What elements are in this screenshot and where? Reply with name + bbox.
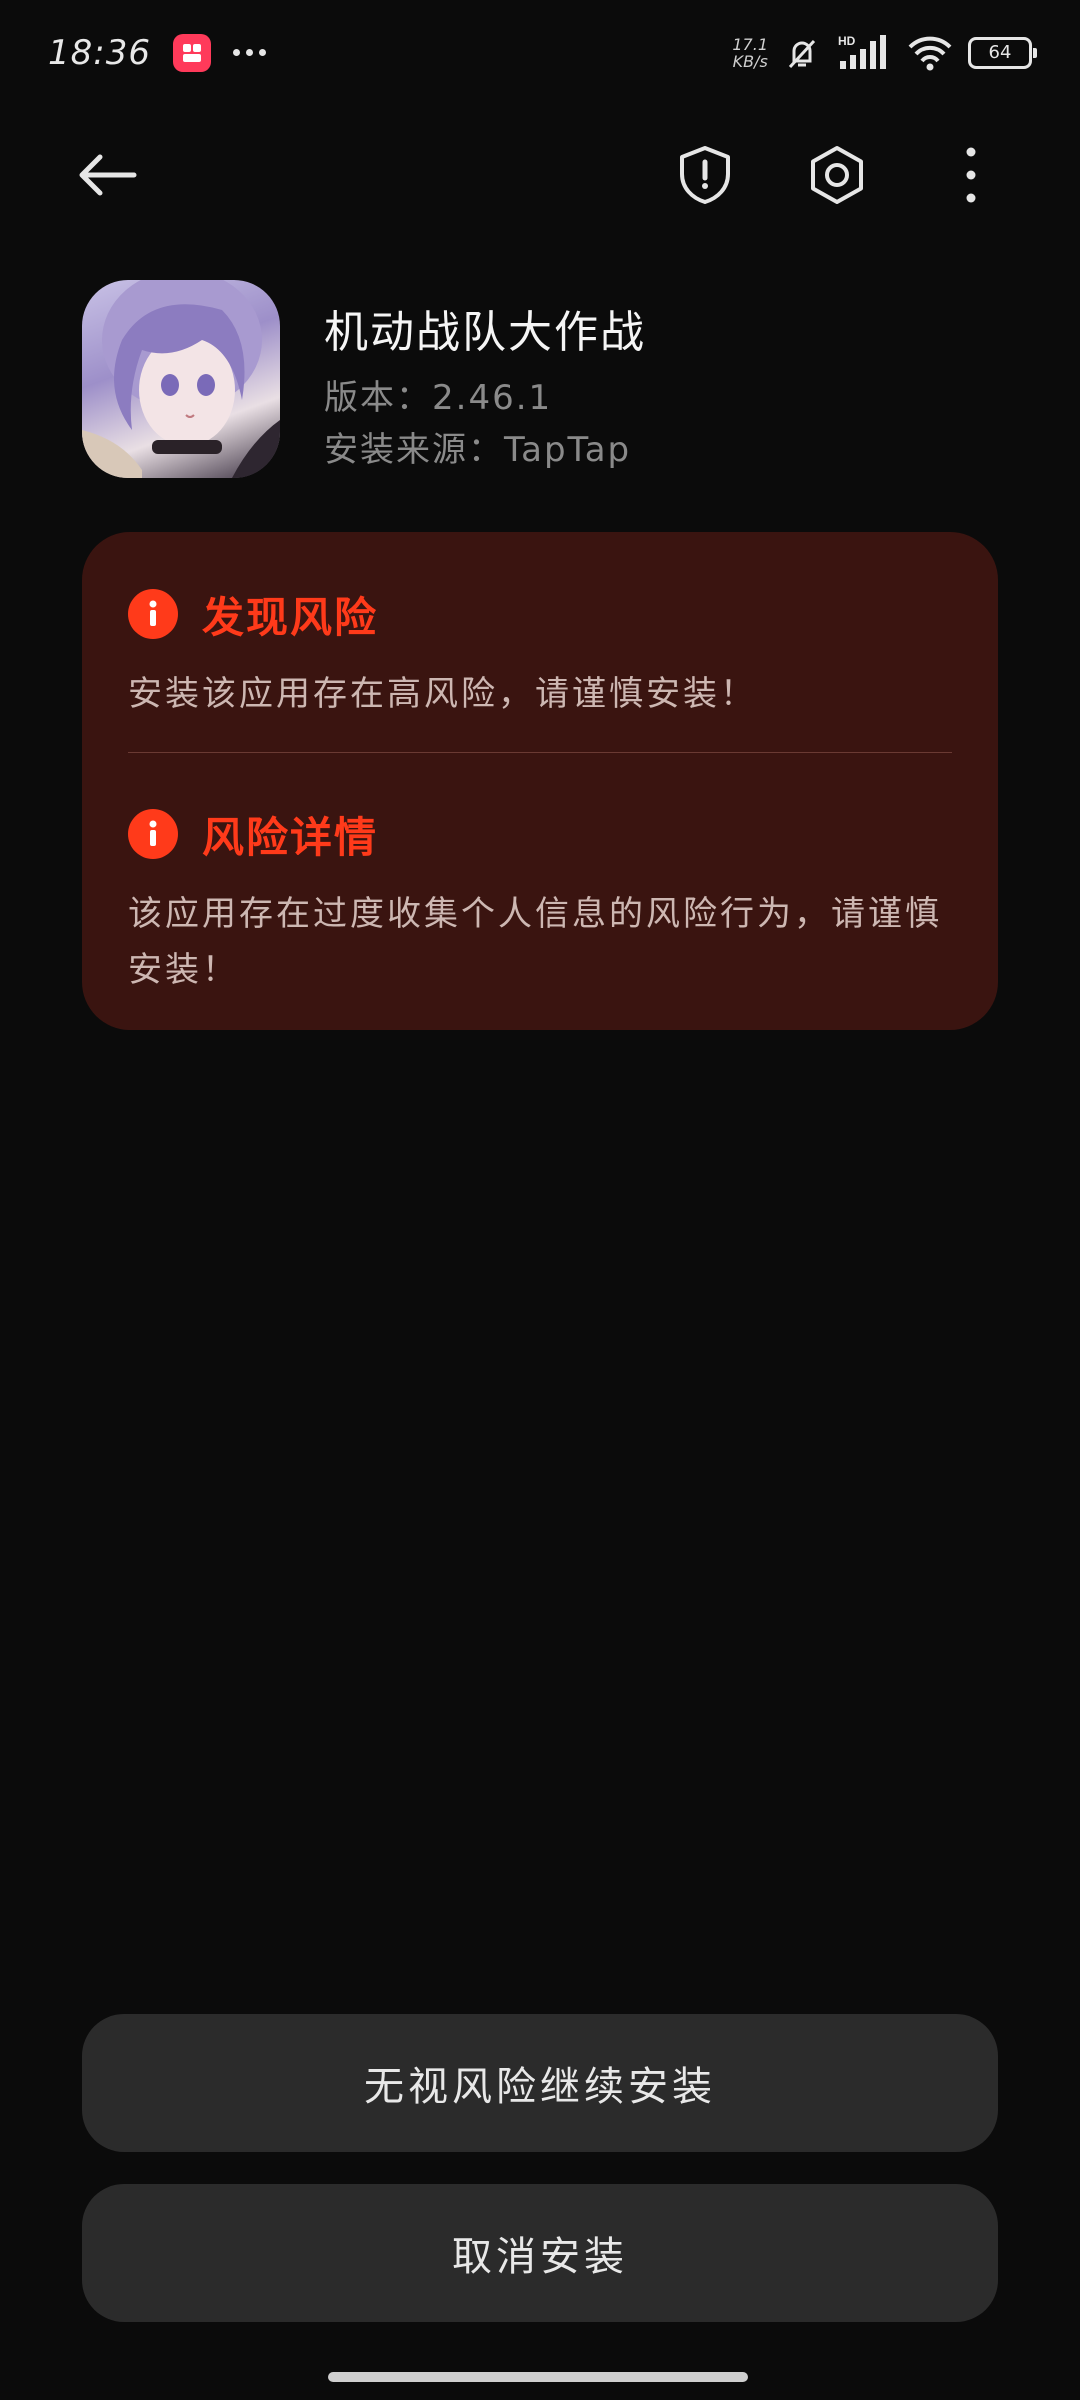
bell-muted-icon — [782, 33, 822, 73]
risk-found-title: 发现风险 — [202, 592, 379, 642]
signal-icon: HD — [836, 33, 892, 73]
risk-detail-title: 风险详情 — [202, 812, 379, 862]
more-options-button[interactable] — [936, 140, 1006, 210]
status-bar-right: 17.1 KB/s HD 64 — [732, 33, 1037, 73]
status-bar: 18:36 17.1 KB/s HD 64 — [0, 0, 1080, 105]
network-speed-value: 17.1 — [732, 34, 768, 54]
risk-divider — [128, 752, 952, 753]
settings-button[interactable] — [802, 140, 872, 210]
info-icon — [128, 809, 178, 859]
continue-install-button[interactable]: 无视风险继续安装 — [82, 2014, 998, 2152]
more-vertical-icon — [966, 147, 976, 203]
battery-indicator: 64 — [968, 36, 1037, 69]
risk-found-section: 发现风险 安装该应用存在高风险，请谨慎安装！ — [128, 586, 952, 722]
risk-detail-description: 该应用存在过度收集个人信息的风险行为，请谨慎安装！ — [128, 894, 942, 990]
risk-detail-section: 风险详情 该应用存在过度收集个人信息的风险行为，请谨慎安装！ — [128, 806, 952, 998]
install-source: 安装来源：TapTap — [324, 430, 632, 470]
wifi-icon — [906, 33, 954, 73]
status-bar-left: 18:36 — [48, 33, 266, 73]
install-risk-screen: 18:36 17.1 KB/s HD 64 机动战队大作战 版本：2.46.1 … — [0, 0, 1080, 2400]
app-version: 版本：2.46.1 — [324, 378, 553, 418]
shield-alert-icon — [680, 146, 730, 204]
risk-warning-card: 发现风险 安装该应用存在高风险，请谨慎安装！ 风险详情 该应用存在过度收集个人信… — [82, 532, 998, 1030]
app-name: 机动战队大作战 — [324, 307, 646, 358]
status-time: 18:36 — [48, 32, 151, 73]
info-icon — [128, 589, 178, 639]
cancel-install-button[interactable]: 取消安装 — [82, 2184, 998, 2322]
risk-found-description: 安装该应用存在高风险，请谨慎安装！ — [128, 674, 757, 714]
network-speed: 17.1 KB/s — [732, 36, 768, 70]
hd-label: HD — [838, 34, 856, 48]
risk-found-header: 发现风险 — [128, 586, 952, 642]
app-notification-icon — [172, 33, 211, 72]
arrow-left-icon — [79, 154, 137, 196]
app-icon — [82, 280, 280, 478]
risk-detail-header: 风险详情 — [128, 806, 952, 862]
back-button[interactable] — [72, 140, 142, 210]
app-info: 机动战队大作战 版本：2.46.1 安装来源：TapTap — [82, 278, 1002, 478]
network-speed-unit: KB/s — [732, 51, 768, 71]
toolbar — [0, 120, 1080, 220]
home-indicator[interactable] — [328, 2372, 748, 2382]
security-button[interactable] — [670, 140, 740, 210]
settings-hexagon-icon — [811, 146, 863, 204]
more-notifications-icon — [232, 49, 266, 56]
